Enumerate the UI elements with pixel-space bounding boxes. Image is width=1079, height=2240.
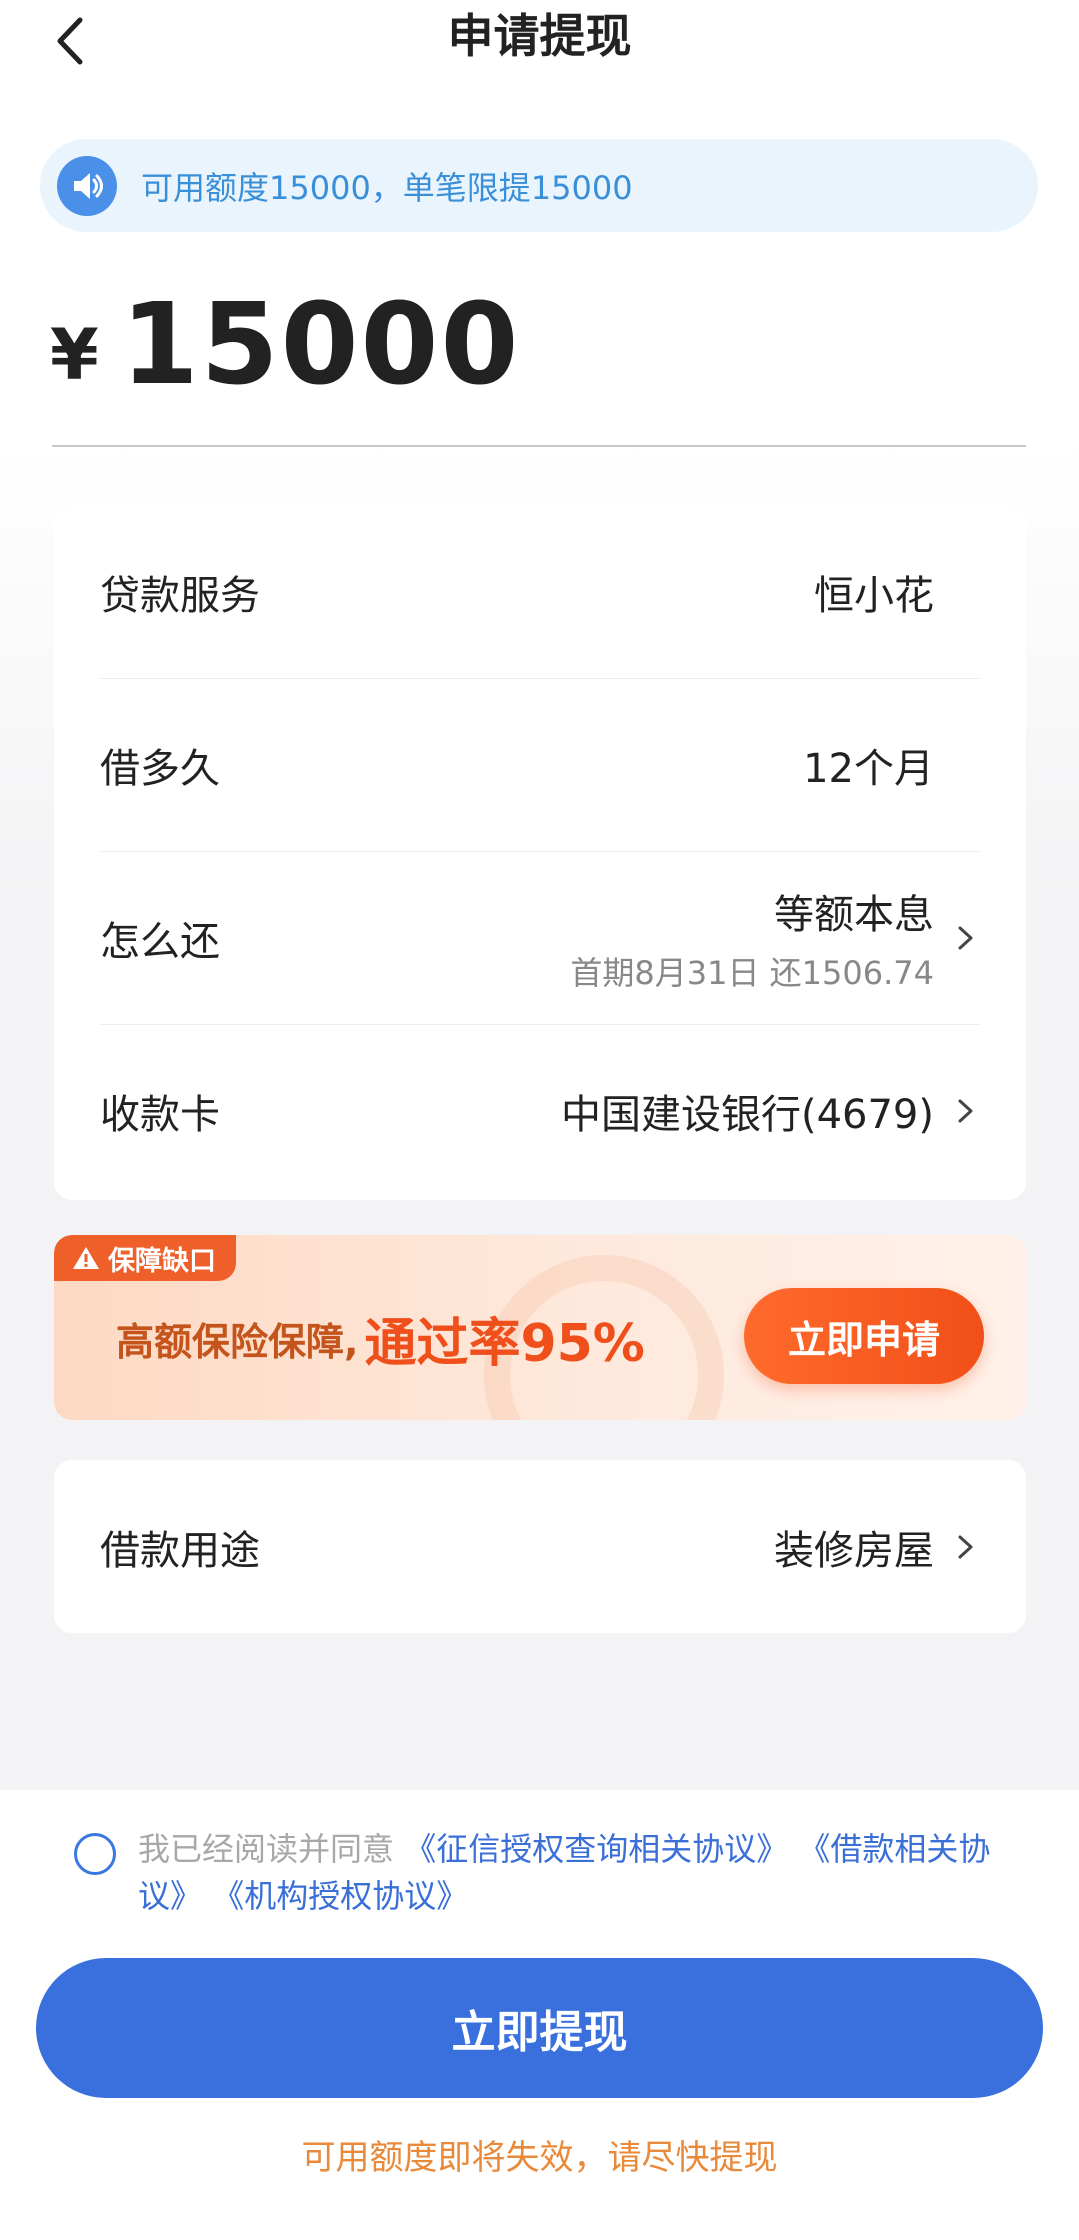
currency-symbol: ¥: [50, 314, 99, 396]
loan-details-card: 贷款服务 恒小花 借多久 12个月 怎么还 等额本息 首期8月31日 还1506…: [54, 505, 1026, 1200]
amount-value[interactable]: 15000: [121, 280, 521, 410]
agreement-prefix: 我已经阅读并同意: [138, 1830, 405, 1868]
banner-slogan-rate: 通过率95%: [364, 1313, 645, 1374]
loan-purpose-row[interactable]: 借款用途 装修房屋: [100, 1460, 980, 1633]
expiry-warning: 可用额度即将失效，请尽快提现: [301, 2138, 778, 2178]
chevron-right-icon: [950, 1096, 980, 1126]
chevron-right-icon: [950, 1532, 980, 1562]
repayment-label: 怎么还: [100, 919, 220, 965]
agreement-text: 我已经阅读并同意 《征信授权查询相关协议》 《借款相关协议》 《机构授权协议》: [138, 1826, 998, 1920]
banner-slogan: 高额保险保障, 通过率95%: [116, 1303, 645, 1374]
warning-triangle-icon: [73, 1247, 99, 1269]
speaker-icon: [57, 155, 117, 216]
loan-purpose-card[interactable]: 借款用途 装修房屋: [54, 1460, 1026, 1633]
notice-text: 可用额度15000，单笔限提15000: [141, 168, 633, 207]
apply-now-button[interactable]: 立即申请: [744, 1288, 984, 1384]
loan-term-row: 借多久 12个月: [100, 678, 980, 851]
loan-term-value: 12个月: [803, 746, 934, 792]
repayment-first-installment: 首期8月31日 还1506.74: [570, 954, 934, 992]
institution-authorization-link[interactable]: 《机构授权协议》: [212, 1877, 468, 1915]
loan-purpose-value: 装修房屋: [774, 1527, 934, 1574]
loan-purpose-label: 借款用途: [100, 1527, 260, 1574]
receiving-card-label: 收款卡: [100, 1092, 220, 1138]
amount-divider: [52, 445, 1026, 447]
chevron-right-icon: [950, 923, 980, 953]
loan-service-value: 恒小花: [814, 572, 934, 619]
credit-authorization-link[interactable]: 《征信授权查询相关协议》: [404, 1830, 788, 1868]
receiving-card-value: 中国建设银行(4679): [560, 1092, 934, 1138]
amount-display[interactable]: ¥ 15000: [50, 280, 520, 410]
repayment-method: 等额本息: [774, 892, 934, 938]
loan-service-label: 贷款服务: [100, 572, 260, 619]
banner-slogan-main: 高额保险保障,: [116, 1319, 359, 1364]
protection-gap-label: 保障缺口: [108, 1245, 216, 1277]
agreement-checkbox[interactable]: [74, 1833, 116, 1875]
limit-notice: 可用额度15000，单笔限提15000: [40, 139, 1038, 232]
loan-service-row: 贷款服务 恒小花: [100, 505, 980, 678]
protection-gap-tag: 保障缺口: [54, 1235, 236, 1281]
withdraw-now-button[interactable]: 立即提现: [36, 1958, 1043, 2098]
loan-term-label: 借多久: [100, 746, 220, 792]
insurance-banner[interactable]: 保障缺口 高额保险保障, 通过率95% 立即申请: [54, 1235, 1026, 1420]
repayment-row[interactable]: 怎么还 等额本息 首期8月31日 还1506.74: [100, 851, 980, 1024]
receiving-card-row[interactable]: 收款卡 中国建设银行(4679): [100, 1024, 980, 1197]
page-title: 申请提现: [447, 9, 632, 63]
